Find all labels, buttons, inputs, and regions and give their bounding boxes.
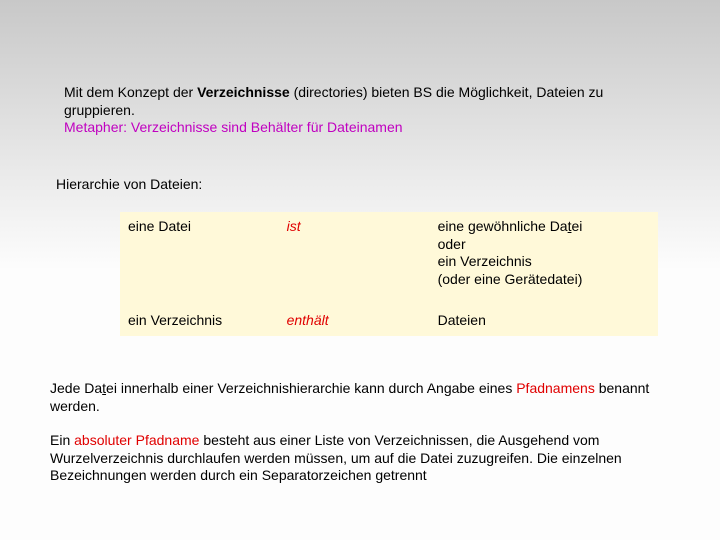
cell-definition: eine gewöhnliche Datei oder ein Verzeich… [430,212,658,294]
cell-subject: ein Verzeichnis [120,294,279,336]
cell-definition: Dateien [430,294,658,336]
cell-verb: enthält [279,294,430,336]
text: Hierarchie von Dateien: [56,176,202,192]
text: Da [84,380,102,396]
cell-verb: ist [279,212,430,294]
metaphor-line: Metapher: Verzeichnisse sind Behälter fü… [64,119,403,135]
text: ei [571,218,582,234]
text: (oder eine Gerätedatei) [438,271,583,287]
text: oder [438,236,466,252]
definition-table: eine Datei ist eine gewöhnliche Datei od… [120,212,658,336]
text: eine gewöhnliche Da [438,218,568,234]
text: Mit dem Konzept der [64,84,197,100]
slide: Mit dem Konzept der Verzeichnisse (direc… [0,0,720,540]
table: eine Datei ist eine gewöhnliche Datei od… [120,212,658,336]
text: ein Verzeichnis [438,253,532,269]
term-directories: Verzeichnisse [197,84,290,100]
intro-paragraph: Mit dem Konzept der Verzeichnisse (direc… [64,84,664,137]
table-row: ein Verzeichnis enthält Dateien [120,294,658,336]
path-paragraph: Jede Datei innerhalb einer Verzeichnishi… [50,380,670,415]
text: Ein [50,432,74,448]
text: ei [106,380,117,396]
text: Jede [50,380,84,396]
text: innerhalb einer Verzeichnishierarchie ka… [117,380,516,396]
term-absolute-pathname: absoluter Pfadname [74,432,199,448]
cell-subject: eine Datei [120,212,279,294]
term-pathname: Pfadnamens [516,380,595,396]
hierarchy-title: Hierarchie von Dateien: [56,176,666,194]
absolute-path-paragraph: Ein absoluter Pfadname besteht aus einer… [50,432,670,485]
table-row: eine Datei ist eine gewöhnliche Datei od… [120,212,658,294]
